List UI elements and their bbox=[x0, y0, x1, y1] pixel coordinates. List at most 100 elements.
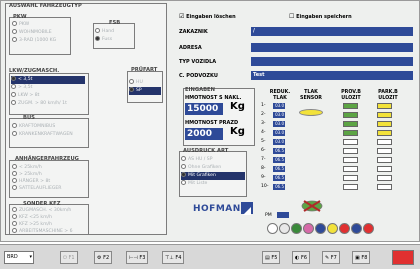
lkw-option-zugm[interactable]: ZUGM. > 80 km/h/ 1t bbox=[11, 100, 85, 108]
prov-b-cell[interactable] bbox=[343, 157, 358, 163]
loeschen-checkbox[interactable]: ☑ Eingaben löschen bbox=[179, 13, 236, 20]
color-circle[interactable] bbox=[315, 223, 326, 234]
logo-icon bbox=[241, 202, 253, 215]
bus-title: BUS bbox=[23, 115, 35, 121]
main-window: AUSWAHL FAHRZEUGTYP PKW PKW WOHNMOBILE 3… bbox=[0, 0, 420, 242]
color-circle[interactable] bbox=[363, 223, 374, 234]
color-circle[interactable] bbox=[267, 223, 278, 234]
reduk-tlak-value[interactable]: 06.5 bbox=[273, 148, 285, 154]
lkw-option-over-3-5t[interactable]: > 3,5t bbox=[11, 84, 85, 92]
pkw-option-pkw[interactable]: PKW bbox=[12, 21, 56, 29]
color-circle[interactable] bbox=[279, 223, 290, 234]
label: < 25km/h bbox=[19, 165, 42, 170]
park-b-cell[interactable] bbox=[377, 130, 392, 136]
sonder-option-arbeitsmaschine[interactable]: ARBEITSMASCHINE > 6 bbox=[12, 228, 73, 235]
anhaenger-option-haenger[interactable]: HÄNGER > 8t bbox=[12, 178, 62, 185]
label: WOHNMOBILE bbox=[19, 30, 52, 35]
anhaenger-option-sattel[interactable]: SATTELAUFLIEGER bbox=[12, 185, 62, 192]
label: HÄNGER > 8t bbox=[19, 179, 51, 184]
f4-button[interactable]: ⊤⊥ F4 bbox=[162, 251, 185, 264]
pruefart-option-sp[interactable]: SP bbox=[129, 87, 161, 95]
reduk-tlak-value[interactable]: 06.5 bbox=[273, 175, 285, 181]
reduk-tlak-value[interactable]: 06.5 bbox=[273, 157, 285, 163]
label: Mit Grafiken bbox=[188, 173, 216, 178]
radio-icon bbox=[12, 185, 17, 190]
ausdruck-option-ohne-grafiken[interactable]: Ohne Grafiken bbox=[181, 164, 245, 172]
radio-icon bbox=[181, 180, 186, 185]
color-circle[interactable] bbox=[351, 223, 362, 234]
reduk-tlak-value[interactable]: 06.5 bbox=[273, 184, 285, 190]
prov-b-cell[interactable] bbox=[343, 184, 358, 190]
fsb-option-hand[interactable]: Hand bbox=[95, 28, 114, 36]
park-b-cell[interactable] bbox=[377, 148, 392, 154]
label: KRAFTOMNIBUS bbox=[19, 124, 56, 129]
prov-b-cell[interactable] bbox=[343, 130, 358, 136]
label: KFZ >25 km/h bbox=[19, 222, 53, 227]
adresa-field[interactable] bbox=[251, 43, 413, 52]
reduk-tlak-value[interactable]: 03.0 bbox=[273, 130, 285, 136]
label: KRANKENKRAFTWAGEN bbox=[19, 132, 73, 137]
park-b-cell[interactable] bbox=[377, 166, 392, 172]
color-circle[interactable] bbox=[303, 223, 314, 234]
pm-label: PM bbox=[265, 213, 272, 218]
f3-button[interactable]: ⊢⊣ F3 bbox=[126, 251, 149, 264]
sonder-option-zugmasch[interactable]: ZUGMASCH. < 30km/h bbox=[12, 207, 73, 214]
prov-b-cell[interactable] bbox=[343, 139, 358, 145]
prov-b-cell[interactable] bbox=[343, 121, 358, 127]
label: Fuss bbox=[102, 37, 113, 42]
hmotnost-nakl-input[interactable]: 15000 bbox=[185, 103, 223, 115]
bus-option-krankenkraftwagen[interactable]: KRANKENKRAFTWAGEN bbox=[12, 131, 73, 139]
ausdruck-option-as-hu-sp[interactable]: AS HU / SP bbox=[181, 156, 245, 164]
prov-b-cell[interactable] bbox=[343, 148, 358, 154]
pruefart-title: PRÜFART bbox=[131, 67, 158, 73]
park-b-cell[interactable] bbox=[377, 112, 392, 118]
park-b-cell[interactable] bbox=[377, 121, 392, 127]
reduk-tlak-value[interactable]: 03.0 bbox=[273, 139, 285, 145]
reduk-tlak-value[interactable]: 03.0 bbox=[273, 103, 285, 109]
pkw-option-3rad[interactable]: 3-RAD (1000 KG bbox=[12, 37, 56, 45]
bus-option-kraftomnibus[interactable]: KRAFTOMNIBUS bbox=[12, 123, 73, 131]
ausdruck-option-mit-liste[interactable]: Mit Liste bbox=[181, 180, 245, 188]
f6-button[interactable]: ◐ F6 bbox=[292, 251, 311, 264]
park-b-cell[interactable] bbox=[377, 184, 392, 190]
sonder-option-kfz-over-25[interactable]: KFZ >25 km/h bbox=[12, 221, 73, 228]
reduk-tlak-value[interactable]: 06.5 bbox=[273, 166, 285, 172]
color-circle[interactable] bbox=[327, 223, 338, 234]
anhaenger-option-under-25[interactable]: < 25km/h bbox=[12, 164, 62, 171]
color-circle[interactable] bbox=[291, 223, 302, 234]
f7-button[interactable]: ✎ F7 bbox=[322, 251, 340, 264]
header-prov-b-ulozit: PROV.B ULOZIT bbox=[341, 90, 361, 101]
reduk-tlak-value[interactable]: 03.0 bbox=[273, 112, 285, 118]
prov-b-cell[interactable] bbox=[343, 166, 358, 172]
exit-button[interactable] bbox=[392, 250, 414, 265]
f2-button[interactable]: ⚙ F2 bbox=[94, 251, 113, 264]
prov-b-cell[interactable] bbox=[343, 175, 358, 181]
header-tlak-sensor: TLAK SENSOR bbox=[300, 90, 322, 101]
fsb-option-fuss[interactable]: Fuss bbox=[95, 36, 114, 44]
park-b-cell[interactable] bbox=[377, 103, 392, 109]
f5-button[interactable]: ▤ F5 bbox=[262, 251, 281, 264]
hmotnost-prazd-input[interactable]: 2000 bbox=[185, 128, 223, 140]
reduk-tlak-value[interactable]: 03.0 bbox=[273, 121, 285, 127]
hmotnost-prazd-unit: Kg bbox=[230, 126, 245, 137]
sonder-option-kfz-under-25[interactable]: KFZ <25 km/h bbox=[12, 214, 73, 221]
color-circle[interactable] bbox=[339, 223, 350, 234]
zakaznik-field[interactable]: / bbox=[251, 27, 413, 36]
park-b-cell[interactable] bbox=[377, 139, 392, 145]
park-b-cell[interactable] bbox=[377, 175, 392, 181]
park-b-cell[interactable] bbox=[377, 157, 392, 163]
f1-button[interactable]: ⏻ F1 bbox=[60, 251, 78, 264]
pruefart-option-hu[interactable]: HU bbox=[129, 79, 161, 87]
ausdruck-option-mit-grafiken[interactable]: Mit Grafiken bbox=[181, 172, 245, 180]
f8-button[interactable]: ▣ F8 bbox=[352, 251, 371, 264]
anhaenger-option-over-25[interactable]: > 25km/h bbox=[12, 171, 62, 178]
typ-vozidla-field[interactable] bbox=[251, 57, 413, 66]
lkw-option-under-3-5t[interactable]: < 3,5t bbox=[11, 76, 85, 84]
speichern-checkbox[interactable]: ☐ Eingaben speichern bbox=[289, 13, 352, 20]
prov-b-cell[interactable] bbox=[343, 112, 358, 118]
lkw-option-over-8t[interactable]: LKW > 8t bbox=[11, 92, 85, 100]
prov-b-cell[interactable] bbox=[343, 103, 358, 109]
pkw-option-wohnmobile[interactable]: WOHNMOBILE bbox=[12, 29, 56, 37]
podvozek-field[interactable]: Test bbox=[251, 71, 413, 80]
country-select[interactable]: BRD ▾ bbox=[4, 251, 34, 264]
